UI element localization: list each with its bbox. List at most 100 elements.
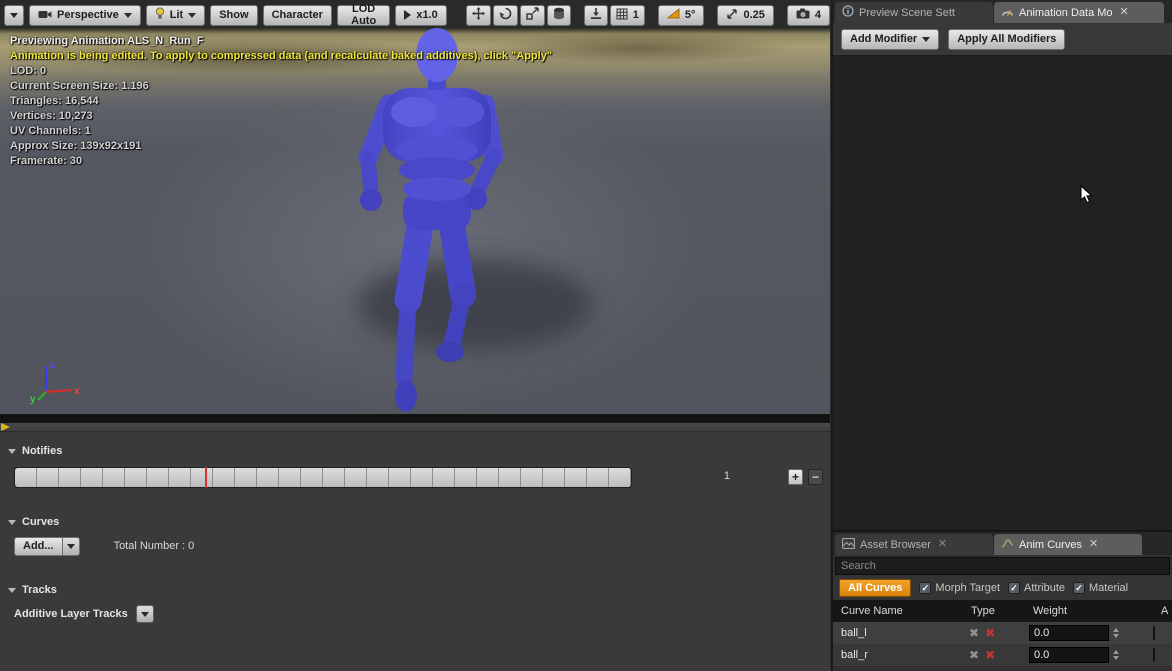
morph-type-x-icon[interactable]: ✖: [969, 648, 979, 662]
axis-z-label: z: [50, 360, 55, 371]
rotate-tool-button[interactable]: [493, 5, 518, 26]
translate-tool-button[interactable]: [466, 5, 491, 26]
morph-target-filter[interactable]: ✓ Morph Target: [919, 582, 1000, 594]
perspective-button[interactable]: Perspective: [29, 5, 141, 26]
tracks-section-header[interactable]: Tracks: [8, 584, 57, 596]
notify-track-segment[interactable]: [81, 468, 103, 487]
lod-auto-label: LOD Auto: [346, 3, 381, 27]
close-icon[interactable]: ✕: [1087, 539, 1098, 550]
expand-nub-icon[interactable]: [1, 423, 10, 431]
notify-track-segment[interactable]: [587, 468, 609, 487]
notify-track-segment[interactable]: [191, 468, 213, 487]
scale-tool-button[interactable]: [520, 5, 545, 26]
notify-track-segment[interactable]: [411, 468, 433, 487]
close-icon[interactable]: ✕: [936, 539, 947, 550]
attribute-filter[interactable]: ✓ Attribute: [1008, 582, 1065, 594]
show-button[interactable]: Show: [210, 5, 257, 26]
curve-icon: [1001, 538, 1014, 552]
material-type-x-icon[interactable]: ✖: [985, 626, 995, 640]
col-curve-name[interactable]: Curve Name: [833, 605, 963, 617]
notify-track-segment[interactable]: [499, 468, 521, 487]
curves-section-header[interactable]: Curves: [8, 516, 59, 528]
notify-track-segment[interactable]: [521, 468, 543, 487]
notify-track-segment[interactable]: [15, 468, 37, 487]
additive-layer-tracks-dropdown[interactable]: [136, 605, 154, 623]
preview-viewport[interactable]: Perspective Lit Show Character LOD Auto …: [0, 0, 830, 422]
add-modifier-button[interactable]: Add Modifier: [841, 29, 939, 50]
table-row[interactable]: ball_l ✖ ✖: [833, 622, 1172, 644]
checkbox-checked-icon[interactable]: ✓: [919, 582, 931, 594]
apply-all-modifiers-button[interactable]: Apply All Modifiers: [948, 29, 1065, 50]
morph-type-x-icon[interactable]: ✖: [969, 626, 979, 640]
notify-track-segment[interactable]: [103, 468, 125, 487]
notify-track-segments[interactable]: [14, 467, 632, 488]
notify-track-segment[interactable]: [37, 468, 59, 487]
camera-speed-button[interactable]: 4: [787, 5, 830, 26]
material-type-x-icon[interactable]: ✖: [985, 648, 995, 662]
cylinder-icon: [553, 7, 565, 23]
collapse-triangle-icon: [8, 449, 16, 454]
tab-anim-curves[interactable]: Anim Curves ✕: [994, 534, 1142, 555]
notify-track-segment[interactable]: [59, 468, 81, 487]
rotation-snap-button[interactable]: 5°: [658, 5, 705, 26]
grid-snap-button[interactable]: 1: [610, 5, 645, 26]
notify-track-segment[interactable]: [389, 468, 411, 487]
col-auto[interactable]: A: [1153, 605, 1172, 617]
notifies-section-header[interactable]: Notifies: [8, 445, 62, 457]
tab-asset-browser[interactable]: Asset Browser ✕: [835, 534, 993, 555]
notify-track-segment[interactable]: [257, 468, 279, 487]
notify-track-segment[interactable]: [345, 468, 367, 487]
notify-track-segment[interactable]: [543, 468, 565, 487]
add-notify-track-button[interactable]: +: [788, 469, 803, 485]
weight-spinner[interactable]: [1113, 650, 1119, 660]
search-input[interactable]: [835, 557, 1170, 575]
checkbox-checked-icon[interactable]: ✓: [1073, 582, 1085, 594]
auto-checkbox[interactable]: [1153, 626, 1155, 640]
surface-snap-button[interactable]: [584, 5, 608, 26]
viewport-options-dropdown[interactable]: [4, 5, 24, 26]
notify-track-segment[interactable]: [125, 468, 147, 487]
notify-track-segment[interactable]: [565, 468, 587, 487]
scale-snap-button[interactable]: 0.25: [717, 5, 773, 26]
notify-track-segment[interactable]: [323, 468, 345, 487]
notify-track-segment[interactable]: [477, 468, 499, 487]
auto-checkbox[interactable]: [1153, 648, 1155, 662]
col-weight[interactable]: Weight: [1025, 605, 1153, 617]
timeline-playhead[interactable]: [205, 467, 207, 488]
weight-spinner[interactable]: [1113, 628, 1119, 638]
panel-splitter[interactable]: [0, 423, 830, 432]
framerate-stat-label: Framerate: 30: [10, 154, 552, 169]
notify-track-segment[interactable]: [433, 468, 455, 487]
col-type[interactable]: Type: [963, 605, 1025, 617]
weight-input[interactable]: [1029, 647, 1109, 663]
weight-input[interactable]: [1029, 625, 1109, 641]
lit-button[interactable]: Lit: [146, 5, 205, 26]
curve-name: ball_l: [833, 627, 963, 639]
playback-speed-button[interactable]: x1.0: [395, 5, 446, 26]
material-filter[interactable]: ✓ Material: [1073, 582, 1128, 594]
notify-track-segment[interactable]: [455, 468, 477, 487]
notify-track-segment[interactable]: [367, 468, 389, 487]
character-button[interactable]: Character: [263, 5, 332, 26]
tab-animation-data-modifiers[interactable]: Animation Data Mo ✕: [994, 2, 1164, 23]
notify-track-segment[interactable]: [301, 468, 323, 487]
tab-preview-scene-settings[interactable]: Preview Scene Sett: [835, 2, 993, 23]
remove-notify-track-button[interactable]: −: [808, 469, 823, 485]
add-curve-button[interactable]: Add...: [14, 537, 63, 556]
notify-track-segment[interactable]: [279, 468, 301, 487]
play-icon: [404, 10, 411, 20]
coordinate-system-button[interactable]: [547, 5, 571, 26]
close-icon[interactable]: ✕: [1118, 7, 1129, 18]
notify-track-segment[interactable]: [213, 468, 235, 487]
notify-track-segment[interactable]: [147, 468, 169, 487]
add-curve-dropdown[interactable]: [63, 537, 80, 556]
anim-curves-panel: Asset Browser ✕ Anim Curves ✕ All Curves…: [831, 530, 1172, 671]
notify-track-segment[interactable]: [235, 468, 257, 487]
all-curves-filter-button[interactable]: All Curves: [839, 579, 911, 597]
lod-auto-button[interactable]: LOD Auto: [337, 5, 390, 26]
table-row[interactable]: ball_r ✖ ✖: [833, 644, 1172, 666]
checkbox-checked-icon[interactable]: ✓: [1008, 582, 1020, 594]
notify-track-segment[interactable]: [609, 468, 631, 487]
triangles-stat-label: Triangles: 16,544: [10, 94, 552, 109]
notify-track-segment[interactable]: [169, 468, 191, 487]
